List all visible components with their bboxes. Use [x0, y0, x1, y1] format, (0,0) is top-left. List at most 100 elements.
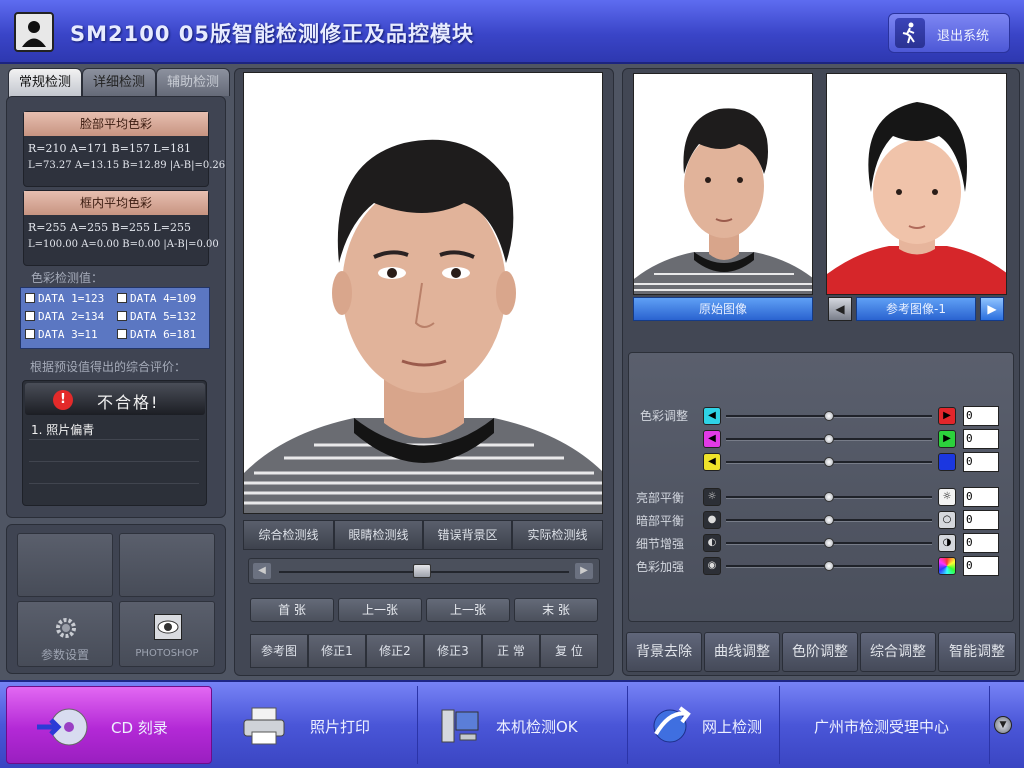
tab-auxiliary-check[interactable]: 辅助检测	[156, 68, 230, 96]
levels-adjust-button[interactable]: 色阶调整	[782, 632, 858, 672]
cyan-red-slider-knob[interactable]	[824, 411, 834, 421]
yellow-blue-slider-knob[interactable]	[824, 457, 834, 467]
title-bar: SM2100 05版智能检测修正及品控模块 退出系统	[0, 0, 1024, 64]
color-boost-value[interactable]: 0	[963, 556, 999, 576]
local-check-button[interactable]: 本机检测OK	[420, 686, 628, 764]
guangzhou-center-button[interactable]: 广州市检测受理中心	[782, 686, 990, 764]
printer-icon	[242, 706, 286, 750]
original-image-label: 原始图像	[633, 297, 813, 321]
data-item[interactable]: DATA 6=181	[117, 328, 196, 341]
cd-burn-button[interactable]: CD 刻录	[6, 686, 212, 764]
blue-icon	[938, 453, 956, 471]
data-item[interactable]: DATA 5=132	[117, 310, 196, 323]
first-image-button[interactable]: 首 张	[250, 598, 334, 622]
prev-reference-icon[interactable]: ◀	[828, 297, 852, 321]
background-removal-button[interactable]: 背景去除	[626, 632, 702, 672]
frame-average-color-header: 框内平均色彩	[24, 191, 208, 215]
reference-button[interactable]: 参考图	[250, 634, 308, 668]
online-check-label: 网上检测	[702, 718, 763, 736]
tab-routine-check[interactable]: 常规检测	[8, 68, 82, 98]
running-man-icon	[895, 18, 925, 48]
detail-enhance-label: 细节增强	[636, 537, 685, 551]
settings-button[interactable]: 参数设置	[17, 601, 113, 667]
color-adjust-label: 色彩调整	[640, 409, 689, 423]
next-reference-icon[interactable]: ▶	[980, 297, 1004, 321]
tab-detailed-check[interactable]: 详细检测	[82, 68, 156, 96]
highlight-value[interactable]: 0	[963, 487, 999, 507]
evaluation-label: 根据预设值得出的综合评价：	[30, 360, 187, 374]
comprehensive-adjust-button[interactable]: 综合调整	[860, 632, 936, 672]
original-thumbnail[interactable]	[633, 73, 813, 295]
data-item[interactable]: DATA 3=11	[25, 328, 98, 341]
blank-button[interactable]	[119, 533, 215, 597]
online-check-button[interactable]: 网上检测	[630, 686, 780, 764]
bottom-nav-bar: CD 刻录 照片打印 本机检测OK 网上检测 广州市检测受理中心 ▼	[0, 680, 1024, 768]
face-rgb-line: R=210 A=171 B=157 L=181	[28, 142, 191, 155]
data-item[interactable]: DATA 1=123	[25, 292, 104, 305]
reference-thumbnail[interactable]	[826, 73, 1007, 295]
tab-wrong-background[interactable]: 错误背景区	[423, 520, 512, 550]
face-average-color-box: 脸部平均色彩 R=210 A=171 B=157 L=181 L=73.27 A…	[23, 111, 225, 187]
scroll-right-icon[interactable]: ▶	[575, 563, 593, 579]
checkbox[interactable]	[117, 311, 127, 321]
checkbox[interactable]	[25, 293, 35, 303]
data-values-box: DATA 1=123 DATA 4=109 DATA 2=134 DATA 5=…	[20, 287, 210, 349]
blank-button[interactable]	[17, 533, 113, 597]
scrubber-thumb[interactable]	[413, 564, 431, 578]
normal-button[interactable]: 正 常	[482, 634, 540, 668]
image-scrubber[interactable]: ◀ ▶	[248, 558, 600, 584]
detail-slider-knob[interactable]	[824, 538, 834, 548]
computer-icon	[438, 706, 482, 750]
exit-system-button[interactable]: 退出系统	[888, 13, 1010, 53]
main-photo[interactable]	[243, 72, 603, 514]
result-header: ! 不合格!	[25, 383, 205, 415]
checkbox[interactable]	[25, 329, 35, 339]
tab-comprehensive-line[interactable]: 综合检测线	[243, 520, 334, 550]
cyan-red-value[interactable]: 0	[963, 406, 999, 426]
photo-print-button[interactable]: 照片打印	[214, 686, 418, 764]
cd-burn-label: CD 刻录	[111, 719, 168, 737]
frame-rgb-line: R=255 A=255 B=255 L=255	[28, 221, 191, 234]
fix3-button[interactable]: 修正3	[424, 634, 482, 668]
photoshop-button[interactable]: PHOTOSHOP	[119, 601, 215, 667]
app-title: SM2100 05版智能检测修正及品控模块	[70, 22, 475, 46]
color-boost-slider-knob[interactable]	[824, 561, 834, 571]
light-circle-icon: ○	[938, 511, 956, 529]
magenta-green-value[interactable]: 0	[963, 429, 999, 449]
divider	[29, 461, 199, 462]
highlight-slider-knob[interactable]	[824, 492, 834, 502]
shadow-slider-knob[interactable]	[824, 515, 834, 525]
checkbox[interactable]	[117, 329, 127, 339]
user-portrait-icon	[14, 12, 54, 52]
globe-arrow-icon	[650, 704, 692, 750]
smart-adjust-button[interactable]: 智能调整	[938, 632, 1016, 672]
fix2-button[interactable]: 修正2	[366, 634, 424, 668]
magenta-green-slider-knob[interactable]	[824, 434, 834, 444]
data-item[interactable]: DATA 4=109	[117, 292, 196, 305]
fix1-button[interactable]: 修正1	[308, 634, 366, 668]
prev-image-button[interactable]: 上一张	[338, 598, 422, 622]
face-average-color-header: 脸部平均色彩	[24, 112, 208, 136]
tab-eye-line[interactable]: 眼睛检测线	[334, 520, 423, 550]
tab-actual-line[interactable]: 实际检测线	[512, 520, 603, 550]
detail-low-icon: ◐	[703, 534, 721, 552]
last-image-button[interactable]: 末 张	[514, 598, 598, 622]
data-item[interactable]: DATA 2=134	[25, 310, 104, 323]
more-menu-icon[interactable]: ▼	[994, 716, 1012, 734]
yellow-blue-value[interactable]: 0	[963, 452, 999, 472]
checkbox[interactable]	[117, 293, 127, 303]
yellow-icon: ◀	[703, 453, 721, 471]
prev-image-button-2[interactable]: 上一张	[426, 598, 510, 622]
face-lab-line: L=73.27 A=13.15 B=12.89 |A-B|=0.26	[28, 160, 226, 171]
reference-image-label: 参考图像-1	[856, 297, 976, 321]
curve-adjust-button[interactable]: 曲线调整	[704, 632, 780, 672]
reset-button[interactable]: 复 位	[540, 634, 598, 668]
scroll-left-icon[interactable]: ◀	[253, 563, 271, 579]
color-detect-label: 色彩检测值：	[31, 271, 104, 285]
gear-icon	[54, 616, 78, 644]
checkbox[interactable]	[25, 311, 35, 321]
detail-value[interactable]: 0	[963, 533, 999, 553]
magenta-icon: ◀	[703, 430, 721, 448]
shadow-value[interactable]: 0	[963, 510, 999, 530]
divider	[29, 483, 199, 484]
